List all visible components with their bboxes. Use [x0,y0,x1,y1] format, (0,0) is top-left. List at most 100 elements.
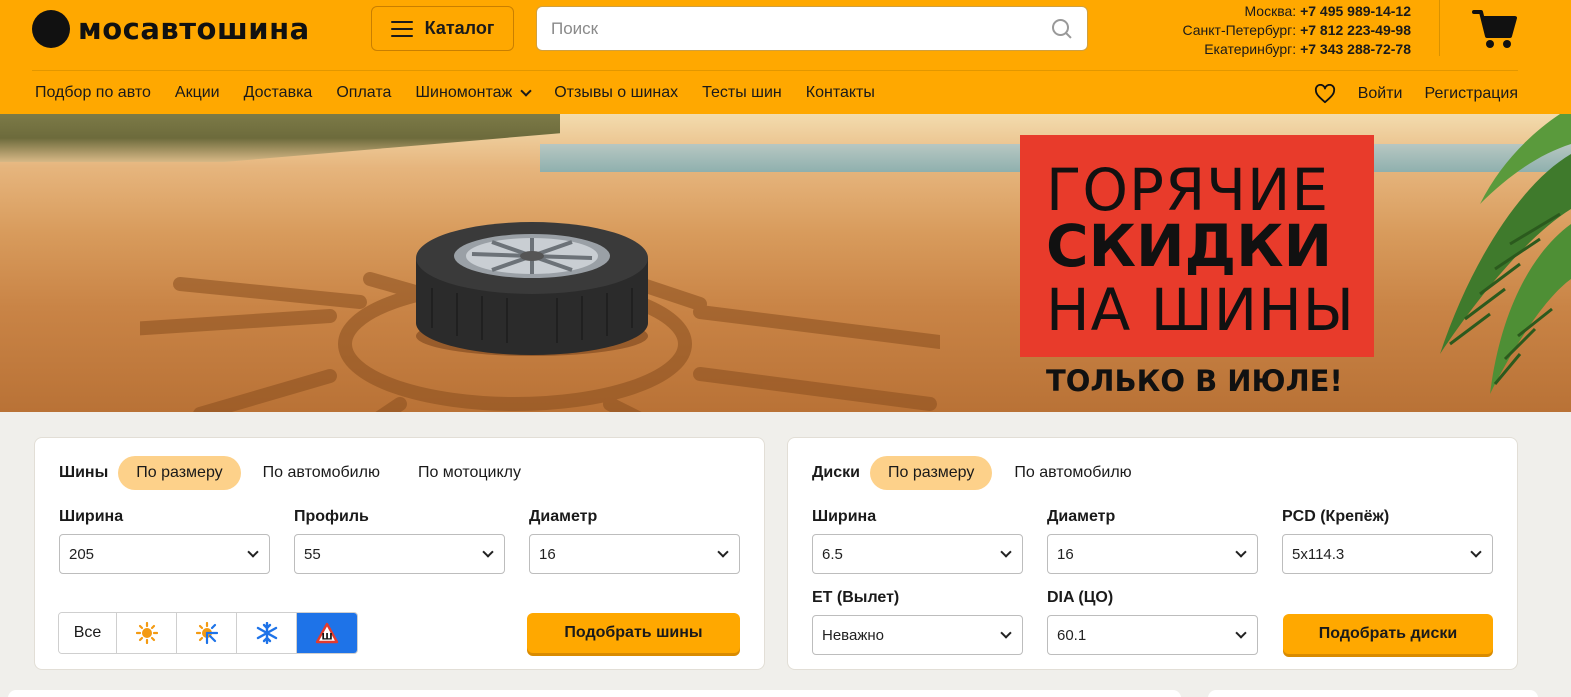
header-separator [32,70,1518,71]
register-link[interactable]: Регистрация [1424,85,1518,103]
disk-pcd-label: PCD (Крепёж) [1282,508,1390,525]
logo-text: мосавтошина [78,12,310,46]
site-header: мосавтошина Каталог Москва: +7 495 989-1… [0,0,1571,114]
cart-icon[interactable] [1472,8,1518,50]
header-divider [1439,0,1440,56]
menu-icon [390,20,413,37]
chevron-down-icon [482,545,494,558]
disk-et-select[interactable]: Неважно [812,615,1023,655]
season-selector: Все Ш [58,612,358,654]
chevron-down-icon [1235,545,1247,558]
chevron-down-icon [1000,545,1012,558]
disk-dia-field: DIA (ЦО) 60.1 [1047,589,1258,655]
nav-item-tire-fitting-label: Шиномонтаж [415,84,513,101]
season-allseason-button[interactable] [177,613,237,653]
find-disks-button[interactable]: Подобрать диски [1283,614,1493,654]
search-box [536,6,1088,51]
sun-icon [135,622,158,644]
nav-item-reviews[interactable]: Отзывы о шинах [554,84,678,102]
tire-width-label: Ширина [59,508,124,525]
tire-width-value: 205 [69,545,95,563]
nav-item-contacts[interactable]: Контакты [806,84,875,102]
next-section-card-right [1208,690,1538,697]
tire-image [416,222,648,356]
tire-profile-select[interactable]: 55 [294,534,505,574]
nav-item-payment[interactable]: Оплата [336,84,391,102]
phone-list: Москва: +7 495 989-14-12 Санкт-Петербург… [1182,2,1411,59]
disk-dia-label: DIA (ЦО) [1047,589,1114,606]
site-logo[interactable]: мосавтошина [32,10,310,48]
sun-snow-icon [195,622,218,644]
svg-text:Ш: Ш [321,633,332,643]
disk-dia-select[interactable]: 60.1 [1047,615,1258,655]
tab-tires-by-size[interactable]: По размеру [118,456,241,490]
disk-width-value: 6.5 [822,545,843,563]
nav-item-delivery[interactable]: Доставка [244,84,313,102]
nav-item-tests[interactable]: Тесты шин [702,84,782,102]
login-link[interactable]: Войти [1358,85,1403,103]
logo-mark [32,10,70,48]
spikes-icon: Ш [315,622,339,644]
tire-diameter-select[interactable]: 16 [529,534,740,574]
favorites-heart-icon[interactable] [1314,84,1336,104]
tire-filter-tabs: Шины По размеру По автомобилю По мотоцик… [59,456,543,490]
disk-diameter-field: Диаметр 16 [1047,508,1258,574]
disk-pcd-select[interactable]: 5x114.3 [1282,534,1493,574]
chevron-down-icon [247,545,259,558]
catalog-button[interactable]: Каталог [371,6,514,51]
search-input[interactable] [551,18,1051,39]
tire-diameter-value: 16 [539,545,556,563]
disk-et-field: ET (Вылет) Неважно [812,589,1023,655]
tab-tires-by-motorcycle[interactable]: По мотоциклу [400,456,539,490]
season-winter-button[interactable] [237,613,297,653]
chevron-down-icon [1470,545,1482,558]
nav-item-car-selection[interactable]: Подбор по авто [35,84,151,102]
catalog-label: Каталог [424,18,495,38]
disk-filter-title: Диски [812,464,860,481]
next-section-card [8,690,1181,697]
tire-width-field: Ширина 205 [59,508,270,574]
tab-disks-by-size[interactable]: По размеру [869,456,993,490]
promo-banner[interactable]: ГОРЯЧИЕ СКИДКИ НА ШИНЫ ТОЛЬКО В ИЮЛЕ! [0,114,1571,412]
disk-dia-value: 60.1 [1057,626,1087,644]
disk-width-select[interactable]: 6.5 [812,534,1023,574]
tire-profile-label: Профиль [294,508,369,525]
tab-tires-by-car[interactable]: По автомобилю [245,456,398,490]
search-icon[interactable] [1051,18,1073,40]
season-summer-button[interactable] [117,613,177,653]
tire-width-select[interactable]: 205 [59,534,270,574]
disk-filter-card: Диски По размеру По автомобилю Ширина 6.… [787,437,1518,670]
palm-leaves [1440,114,1571,394]
phone-ekb[interactable]: Екатеринбург: +7 343 288-72-78 [1182,40,1411,59]
chevron-down-icon [1000,626,1012,639]
season-all-button[interactable]: Все [59,613,117,653]
tire-filter-title: Шины [59,464,109,481]
tire-profile-field: Профиль 55 [294,508,505,574]
chevron-down-icon [520,85,532,97]
tire-filter-card: Шины По размеру По автомобилю По мотоцик… [34,437,765,670]
nav-item-tire-fitting[interactable]: Шиномонтаж [415,84,532,102]
snowflake-icon [256,622,277,644]
disk-filter-tabs: Диски По размеру По автомобилю [812,456,1154,490]
disk-diameter-value: 16 [1057,545,1074,563]
tire-diameter-field: Диаметр 16 [529,508,740,574]
find-tires-button[interactable]: Подобрать шины [527,613,740,653]
tire-profile-value: 55 [304,545,321,563]
disk-width-label: Ширина [812,508,877,525]
banner-dune [0,114,560,162]
disk-diameter-label: Диаметр [1047,508,1116,525]
disk-diameter-select[interactable]: 16 [1047,534,1258,574]
disk-width-field: Ширина 6.5 [812,508,1023,574]
nav-item-promotions[interactable]: Акции [175,84,220,102]
chevron-down-icon [1235,626,1247,639]
user-nav: Войти Регистрация [1314,84,1518,104]
phone-moscow[interactable]: Москва: +7 495 989-14-12 [1182,2,1411,21]
disk-et-label: ET (Вылет) [812,589,900,606]
season-studded-button[interactable]: Ш [297,613,357,653]
main-nav: Подбор по авто Акции Доставка Оплата Шин… [35,84,875,102]
phone-spb[interactable]: Санкт-Петербург: +7 812 223-49-98 [1182,21,1411,40]
tab-disks-by-car[interactable]: По автомобилю [996,456,1149,490]
disk-et-value: Неважно [822,626,884,644]
disk-pcd-value: 5x114.3 [1292,545,1345,563]
tire-diameter-label: Диаметр [529,508,598,525]
